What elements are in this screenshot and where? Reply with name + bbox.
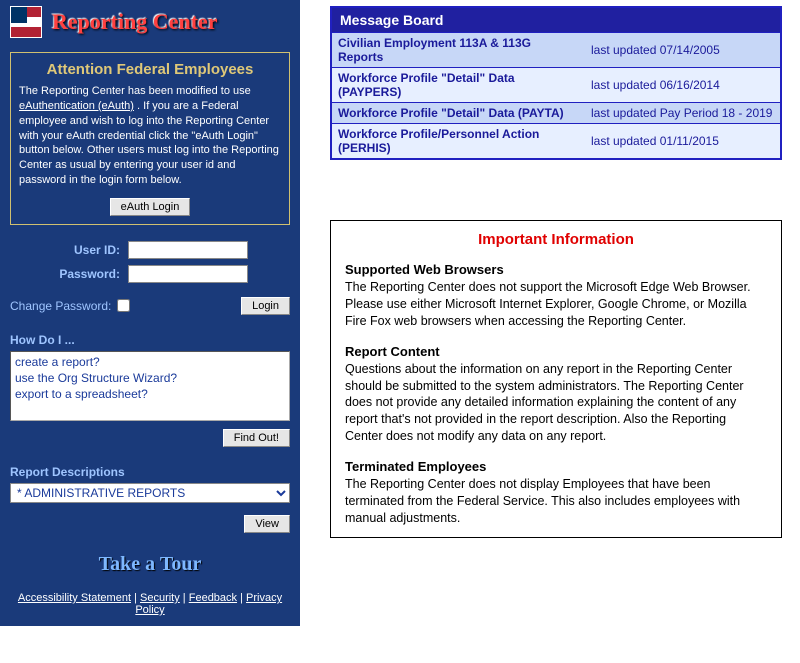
attention-pre: The Reporting Center has been modified t… [19, 85, 251, 97]
report-date: last updated 06/16/2014 [585, 68, 780, 103]
table-row: Civilian Employment 113A & 113G Reports … [332, 33, 780, 68]
report-link[interactable]: Workforce Profile "Detail" Data (PAYTA) [332, 103, 585, 124]
message-board-title: Message Board [332, 8, 780, 32]
login-button[interactable]: Login [241, 297, 290, 315]
eauth-login-button[interactable]: eAuth Login [110, 198, 191, 216]
info-paragraph: The Reporting Center does not display Em… [345, 476, 767, 527]
take-a-tour-link[interactable]: Take a Tour [10, 553, 290, 576]
find-out-button[interactable]: Find Out! [223, 429, 290, 447]
sidebar: Reporting Center Attention Federal Emplo… [0, 0, 300, 626]
password-input[interactable] [128, 265, 248, 283]
login-form: User ID: Password: Change Password: Logi… [10, 241, 290, 315]
info-subheading: Terminated Employees [345, 459, 767, 474]
info-paragraph: Questions about the information on any r… [345, 361, 767, 445]
message-board: Message Board Civilian Employment 113A &… [330, 6, 782, 160]
table-row: Workforce Profile/Personnel Action (PERH… [332, 124, 780, 159]
info-subheading: Supported Web Browsers [345, 262, 767, 277]
view-button[interactable]: View [244, 515, 290, 533]
report-date: last updated 01/11/2015 [585, 124, 780, 159]
important-info-title: Important Information [345, 231, 767, 248]
user-id-input[interactable] [128, 241, 248, 259]
site-title: Reporting Center [52, 9, 218, 35]
feedback-link[interactable]: Feedback [189, 592, 237, 604]
report-link[interactable]: Workforce Profile "Detail" Data (PAYPERS… [332, 68, 585, 103]
report-link[interactable]: Civilian Employment 113A & 113G Reports [332, 33, 585, 68]
main-content: Message Board Civilian Employment 113A &… [300, 0, 800, 626]
howdo-heading: How Do I ... [10, 333, 290, 347]
message-board-table: Civilian Employment 113A & 113G Reports … [332, 32, 780, 158]
attention-panel: Attention Federal Employees The Reportin… [10, 52, 290, 225]
report-date: last updated Pay Period 18 - 2019 [585, 103, 780, 124]
report-date: last updated 07/14/2005 [585, 33, 780, 68]
howdo-item[interactable]: export to a spreadsheet? [15, 386, 285, 402]
attention-post: . If you are a Federal employee and wish… [19, 100, 279, 186]
important-info-panel: Important Information Supported Web Brow… [330, 220, 782, 538]
attention-text: The Reporting Center has been modified t… [19, 84, 281, 188]
password-label: Password: [10, 267, 120, 281]
report-link[interactable]: Workforce Profile/Personnel Action (PERH… [332, 124, 585, 159]
footer-links: Accessibility Statement | Security | Fee… [10, 592, 290, 616]
table-row: Workforce Profile "Detail" Data (PAYTA) … [332, 103, 780, 124]
security-link[interactable]: Security [140, 592, 180, 604]
flag-logo-icon [10, 6, 42, 38]
attention-heading: Attention Federal Employees [19, 61, 281, 78]
eauth-link[interactable]: eAuthentication (eAuth) [19, 100, 134, 112]
accessibility-link[interactable]: Accessibility Statement [18, 592, 131, 604]
howdo-list[interactable]: create a report? use the Org Structure W… [10, 351, 290, 421]
report-desc-select[interactable]: * ADMINISTRATIVE REPORTS [10, 483, 290, 503]
howdo-item[interactable]: use the Org Structure Wizard? [15, 370, 285, 386]
logo-row: Reporting Center [10, 0, 290, 46]
howdo-item[interactable]: create a report? [15, 354, 285, 370]
change-password-checkbox[interactable] [117, 299, 130, 312]
info-paragraph: The Reporting Center does not support th… [345, 279, 767, 330]
info-subheading: Report Content [345, 344, 767, 359]
change-password-label: Change Password: [10, 299, 111, 313]
user-id-label: User ID: [10, 243, 120, 257]
report-desc-heading: Report Descriptions [10, 465, 290, 479]
table-row: Workforce Profile "Detail" Data (PAYPERS… [332, 68, 780, 103]
